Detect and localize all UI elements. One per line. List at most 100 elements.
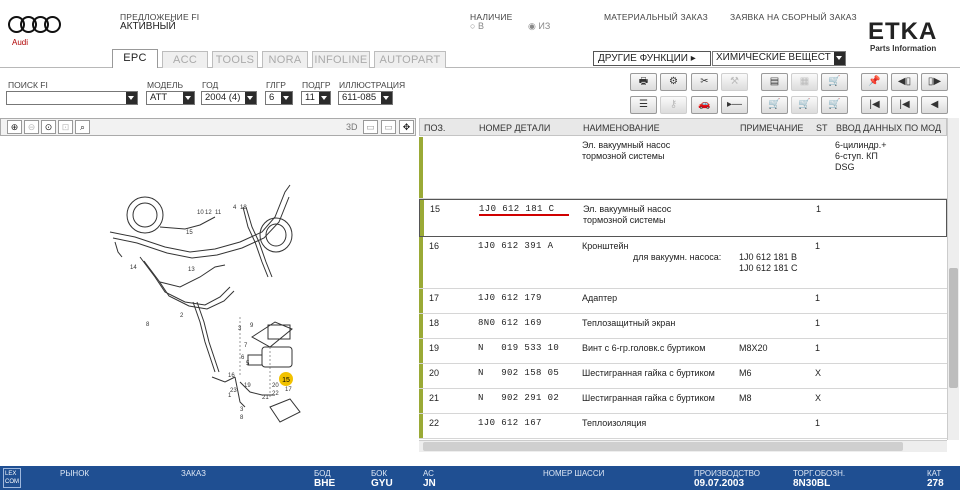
cart-list-button[interactable]: 🛒 — [821, 96, 848, 114]
callout-19[interactable]: 19 — [244, 383, 251, 389]
3d-button[interactable]: 3D — [346, 122, 358, 132]
availability-radio-iz[interactable]: ◉ ИЗ — [528, 21, 550, 32]
split-view-alt-icon[interactable]: ▭ — [381, 120, 396, 134]
col-part-number[interactable]: НОМЕР ДЕТАЛИ — [479, 123, 550, 133]
first-page-button[interactable]: |◀ — [861, 96, 888, 114]
subgroup-select[interactable]: 11 — [301, 91, 331, 105]
year-select[interactable]: 2004 (4) — [201, 91, 257, 105]
row-part-number[interactable]: 8N0 612 169 — [478, 318, 542, 328]
callout-18[interactable]: 18 — [240, 205, 247, 211]
car-icon: 🚗 — [698, 99, 711, 110]
tab-tools[interactable]: TOOLS — [212, 51, 258, 68]
service-button[interactable]: ⚒ — [721, 73, 748, 91]
search-input[interactable] — [6, 91, 138, 105]
split-view-icon[interactable]: ▭ — [363, 120, 378, 134]
prev-button[interactable]: |◀ — [891, 96, 918, 114]
callout-4[interactable]: 4 — [233, 205, 237, 211]
table-row[interactable]: 16 1J0 612 391 A Кронштейн для вакуумн. … — [419, 237, 947, 289]
cart-button[interactable]: 🛒 — [761, 96, 788, 114]
elsa-button[interactable]: ▤ — [761, 73, 788, 91]
assembly-order-link[interactable]: ЗАЯВКА НА СБОРНЫЙ ЗАКАЗ — [730, 12, 857, 22]
callout-17[interactable]: 17 — [285, 387, 292, 393]
move-icon[interactable]: ✥ — [399, 120, 414, 134]
key-button[interactable]: ⚷ — [660, 96, 687, 114]
tab-nora[interactable]: NORA — [262, 51, 308, 68]
row-marker — [420, 200, 424, 236]
vehicle-button[interactable]: 🚗 — [691, 96, 718, 114]
cart-add-button[interactable]: 🛒 — [821, 73, 848, 91]
material-order-link[interactable]: МАТЕРИАЛЬНЫЙ ЗАКАЗ — [604, 12, 708, 22]
scroll-thumb-horizontal[interactable] — [423, 442, 903, 451]
other-functions-menu[interactable]: ДРУГИЕ ФУНКЦИИ ▸ — [593, 51, 711, 66]
callout-2[interactable]: 2 — [180, 313, 184, 319]
table-row[interactable]: 19 N 019 533 10 Винт с 6-гр.головк.с бур… — [419, 339, 947, 364]
col-pos[interactable]: ПОЗ. — [424, 123, 445, 133]
table-row[interactable]: 17 1J0 612 179 Адаптер 1 — [419, 289, 947, 314]
page-forward-button[interactable]: ▯▶ — [921, 73, 948, 91]
callout-11[interactable]: 11 — [215, 210, 222, 216]
tab-epc[interactable]: EPC — [112, 49, 158, 68]
callout-15b[interactable]: 15 — [186, 230, 193, 236]
availability-radio-b[interactable]: ○ В — [470, 21, 484, 31]
table-row[interactable]: Эл. вакуумный насос тормозной системы 6-… — [419, 137, 947, 199]
callout-9[interactable]: 9 — [250, 323, 254, 329]
parts-info-button[interactable]: ⚙ — [660, 73, 687, 91]
callout-10[interactable]: 10 — [197, 210, 204, 216]
callout-8b[interactable]: 8 — [240, 415, 244, 421]
table-row[interactable]: 18 8N0 612 169 Теплозащитный экран 1 — [419, 314, 947, 339]
page-back-button[interactable]: ◀▯ — [891, 73, 918, 91]
tab-acc[interactable]: ACC — [162, 51, 208, 68]
col-note[interactable]: ПРИМЕЧАНИЕ — [740, 123, 803, 133]
callout-8[interactable]: 8 — [146, 322, 150, 328]
illustration-select[interactable]: 611-085 — [338, 91, 393, 105]
tab-infoline[interactable]: INFOLINE — [312, 51, 370, 68]
main-group-select[interactable]: 6 — [265, 91, 293, 105]
callout-14[interactable]: 14 — [130, 265, 137, 271]
callout-22[interactable]: 22 — [272, 391, 279, 397]
callout-3[interactable]: 3 — [238, 326, 242, 332]
callout-6[interactable]: 6 — [241, 355, 245, 361]
tools-button[interactable]: ✂ — [691, 73, 718, 91]
vertical-scrollbar[interactable] — [947, 118, 959, 440]
zoom-out-icon[interactable]: ⊖ — [24, 120, 39, 134]
callout-20[interactable]: 20 — [272, 383, 279, 389]
callout-7[interactable]: 7 — [244, 343, 248, 349]
col-model-input[interactable]: ВВОД ДАННЫХ ПО МОД — [836, 123, 941, 133]
table-row[interactable]: 20 N 902 158 05 Шестигранная гайка с бур… — [419, 364, 947, 389]
callout-16[interactable]: 16 — [228, 373, 235, 379]
depot-button[interactable]: ▦ — [791, 73, 818, 91]
row-part-number[interactable]: 1J0 612 181 C — [479, 204, 554, 214]
row-part-number[interactable]: 1J0 612 391 A — [478, 241, 553, 251]
zoom-fit-icon[interactable]: ⊙ — [41, 120, 56, 134]
callout-21[interactable]: 21 — [262, 395, 269, 401]
zoom-window-icon[interactable]: ⊡ — [58, 120, 73, 134]
tab-autopart[interactable]: AUTOPART — [374, 51, 446, 68]
row-part-number[interactable]: 1J0 612 179 — [478, 293, 542, 303]
chemicals-select[interactable]: ХИМИЧЕСКИЕ ВЕЩЕСТ — [712, 51, 846, 66]
expand-button[interactable]: ▸— — [721, 96, 748, 114]
print-button[interactable]: 🖶 — [630, 73, 657, 91]
callout-12[interactable]: 12 — [205, 210, 212, 216]
callout-13[interactable]: 13 — [188, 267, 195, 273]
table-row[interactable]: 21 N 902 291 02 Шестигранная гайка с бур… — [419, 389, 947, 414]
scroll-thumb[interactable] — [949, 268, 958, 388]
back-button[interactable]: ◀ — [921, 96, 948, 114]
horizontal-scrollbar[interactable] — [419, 440, 947, 452]
table-row[interactable]: 22 1J0 612 167 Теплоизоляция 1 — [419, 414, 947, 439]
table-row-selected[interactable]: 15 1J0 612 181 C Эл. вакуумный насос тор… — [419, 199, 947, 237]
row-part-number[interactable]: N 019 533 10 — [478, 343, 559, 353]
zoom-in-icon[interactable]: ⊕ — [7, 120, 22, 134]
callout-3b[interactable]: 3 — [240, 407, 244, 413]
row-part-number[interactable]: N 902 158 05 — [478, 368, 559, 378]
list-button[interactable]: ☰ — [630, 96, 657, 114]
row-part-number[interactable]: N 902 291 02 — [478, 393, 559, 403]
magnifier-icon[interactable]: ⌕ — [75, 120, 90, 134]
row-part-number[interactable]: 1J0 612 167 — [478, 418, 542, 428]
callout-15[interactable]: 15 — [282, 377, 290, 384]
col-st[interactable]: ST — [816, 123, 828, 133]
cart-remove-button[interactable]: 🛒 — [791, 96, 818, 114]
pin-button[interactable]: 📌 — [861, 73, 888, 91]
model-select[interactable]: ATT — [146, 91, 195, 105]
col-name[interactable]: НАИМЕНОВАНИЕ — [583, 123, 660, 133]
callout-5[interactable]: 5 — [246, 361, 250, 367]
